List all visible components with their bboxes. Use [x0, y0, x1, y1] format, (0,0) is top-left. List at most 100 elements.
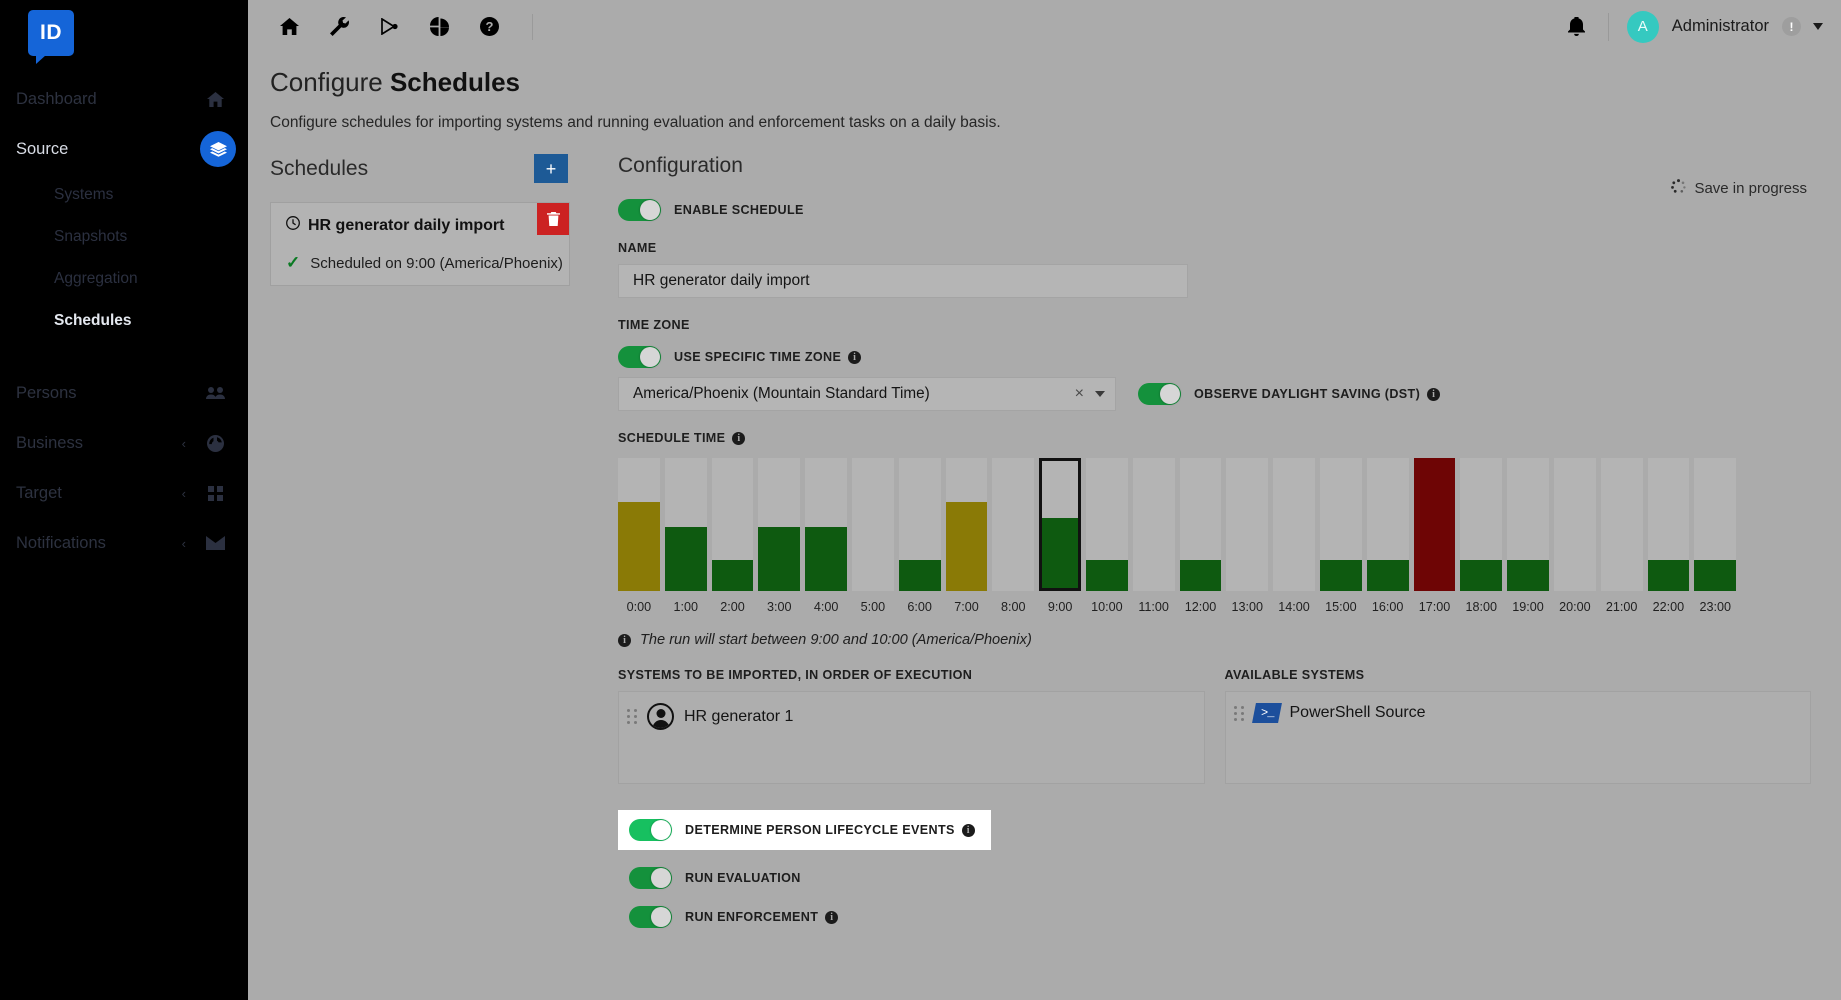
list-item[interactable]: HR generator 1	[619, 703, 1204, 730]
schedule-hour-column[interactable]: 16:00	[1366, 458, 1409, 614]
schedule-hour-track[interactable]	[1273, 458, 1315, 591]
sidebar-item-schedules[interactable]: Schedules	[0, 300, 248, 342]
info-icon[interactable]: i	[732, 431, 746, 445]
run-enforcement-row: RUN ENFORCEMENT i	[618, 906, 1811, 928]
schedule-hour-column[interactable]: 21:00	[1600, 458, 1643, 614]
schedule-hour-column[interactable]: 11:00	[1132, 458, 1175, 614]
schedule-hour-track[interactable]	[1319, 458, 1362, 591]
run-evaluation-toggle[interactable]	[629, 867, 672, 889]
schedule-hour-track[interactable]	[1694, 458, 1737, 591]
delete-schedule-button[interactable]	[537, 203, 569, 235]
sidebar-item-persons[interactable]: Persons	[0, 368, 248, 418]
schedule-hour-track[interactable]	[992, 458, 1035, 591]
chevron-down-icon[interactable]	[1095, 391, 1105, 397]
schedule-hour-track[interactable]	[711, 458, 754, 591]
schedule-hour-track[interactable]	[1413, 458, 1456, 591]
info-icon[interactable]: i	[1427, 387, 1441, 401]
schedule-card[interactable]: HR generator daily import ✓ Scheduled on…	[270, 202, 570, 286]
app-logo[interactable]: ID	[28, 10, 74, 64]
schedule-hour-track[interactable]	[898, 458, 941, 591]
list-item[interactable]: >_ PowerShell Source	[1226, 703, 1811, 723]
schedule-hour-track[interactable]	[1553, 458, 1596, 591]
schedule-hour-track[interactable]	[851, 458, 894, 591]
schedule-hour-column[interactable]: 19:00	[1507, 458, 1549, 614]
schedule-hour-track[interactable]	[618, 458, 660, 591]
available-systems-list[interactable]: >_ PowerShell Source	[1224, 691, 1811, 784]
info-icon[interactable]: i	[961, 823, 975, 837]
schedule-hour-track[interactable]	[1460, 458, 1503, 591]
schedule-hour-track[interactable]	[1366, 458, 1409, 591]
sidebar-item-aggregation[interactable]: Aggregation	[0, 258, 248, 300]
bell-icon[interactable]	[1558, 8, 1596, 46]
schedule-hour-column[interactable]: 13:00	[1226, 458, 1269, 614]
sidebar-item-label: Persons	[16, 383, 77, 402]
schedules-pane: Schedules + HR generator daily import ✓ …	[270, 154, 618, 928]
schedule-hour-column[interactable]: 1:00	[664, 458, 707, 614]
schedule-hour-column[interactable]: 23:00	[1694, 458, 1737, 614]
user-name[interactable]: Administrator	[1672, 17, 1769, 36]
info-icon[interactable]: i	[848, 350, 862, 364]
pie-chart-icon[interactable]	[420, 8, 458, 46]
schedule-hour-track[interactable]	[1085, 458, 1128, 591]
schedule-hour-track[interactable]	[1647, 458, 1690, 591]
enable-schedule-label: ENABLE SCHEDULE	[674, 203, 804, 217]
connector-icon[interactable]	[370, 8, 408, 46]
dst-toggle[interactable]	[1138, 383, 1181, 405]
enable-schedule-toggle[interactable]	[618, 199, 661, 221]
schedule-hour-column[interactable]: 7:00	[945, 458, 988, 614]
schedule-hour-track[interactable]	[945, 458, 988, 591]
schedule-hour-track[interactable]	[664, 458, 707, 591]
schedule-hour-column[interactable]: 5:00	[851, 458, 894, 614]
add-schedule-button[interactable]: +	[534, 154, 568, 183]
schedule-hour-column[interactable]: 14:00	[1273, 458, 1315, 614]
schedule-hour-track[interactable]	[1226, 458, 1269, 591]
sidebar-item-target[interactable]: Target ‹	[0, 468, 248, 518]
schedule-hour-track[interactable]	[805, 458, 847, 591]
schedule-hour-column[interactable]: 0:00	[618, 458, 660, 614]
sidebar-item-source[interactable]: Source ▾	[0, 124, 248, 174]
name-input[interactable]: HR generator daily import	[618, 264, 1188, 298]
schedule-hour-column[interactable]: 12:00	[1179, 458, 1222, 614]
schedule-hour-track[interactable]	[1179, 458, 1222, 591]
schedule-hour-track[interactable]	[1039, 458, 1081, 591]
schedule-hour-track[interactable]	[1132, 458, 1175, 591]
systems-to-import-label-text: SYSTEMS TO BE IMPORTED, IN ORDER OF EXEC…	[618, 668, 973, 682]
schedule-hour-column[interactable]: 8:00	[992, 458, 1035, 614]
schedule-hour-column[interactable]: 9:00	[1039, 458, 1081, 614]
schedule-hour-column[interactable]: 18:00	[1460, 458, 1503, 614]
schedule-hour-column[interactable]: 3:00	[758, 458, 801, 614]
sidebar-item-systems[interactable]: Systems	[0, 174, 248, 216]
schedule-hour-track[interactable]	[758, 458, 801, 591]
avatar[interactable]: A	[1626, 10, 1659, 43]
chevron-down-icon[interactable]	[1813, 23, 1823, 30]
info-icon[interactable]: i	[825, 910, 839, 924]
sidebar-item-snapshots[interactable]: Snapshots	[0, 216, 248, 258]
systems-to-import-list[interactable]: HR generator 1	[618, 691, 1205, 784]
schedule-hour-column[interactable]: 22:00	[1647, 458, 1690, 614]
schedule-hour-track[interactable]	[1507, 458, 1549, 591]
drag-handle-icon[interactable]	[627, 709, 637, 724]
sidebar-item-notifications[interactable]: Notifications ‹	[0, 518, 248, 568]
schedule-hour-column[interactable]: 17:00	[1413, 458, 1456, 614]
schedule-hour-column[interactable]: 4:00	[805, 458, 847, 614]
time-zone-select[interactable]: America/Phoenix (Mountain Standard Time)…	[618, 377, 1116, 411]
clear-icon[interactable]: ×	[1075, 385, 1084, 403]
schedule-hour-tick-label: 22:00	[1652, 600, 1685, 614]
wrench-icon[interactable]	[320, 8, 358, 46]
determine-lifecycle-events-toggle[interactable]	[629, 819, 672, 841]
schedule-hour-column[interactable]: 6:00	[898, 458, 941, 614]
drag-handle-icon[interactable]	[1233, 705, 1244, 721]
schedule-hour-track[interactable]	[1600, 458, 1643, 591]
schedule-hour-column[interactable]: 15:00	[1319, 458, 1362, 614]
schedule-time-chart[interactable]: 0:00 1:00 2:00 3:00 4:00 5:00 6:00 7:00 8:00 9:00…	[618, 458, 1737, 614]
schedule-hour-column[interactable]: 10:00	[1085, 458, 1128, 614]
schedule-hour-column[interactable]: 20:00	[1553, 458, 1596, 614]
status-badge[interactable]: !	[1782, 17, 1801, 36]
run-enforcement-toggle[interactable]	[629, 906, 672, 928]
home-icon[interactable]	[270, 8, 308, 46]
schedule-hour-column[interactable]: 2:00	[711, 458, 754, 614]
use-specific-time-zone-toggle[interactable]	[618, 346, 661, 368]
sidebar-item-dashboard[interactable]: Dashboard	[0, 74, 248, 124]
help-icon[interactable]: ?	[470, 8, 508, 46]
sidebar-item-business[interactable]: Business ‹	[0, 418, 248, 468]
